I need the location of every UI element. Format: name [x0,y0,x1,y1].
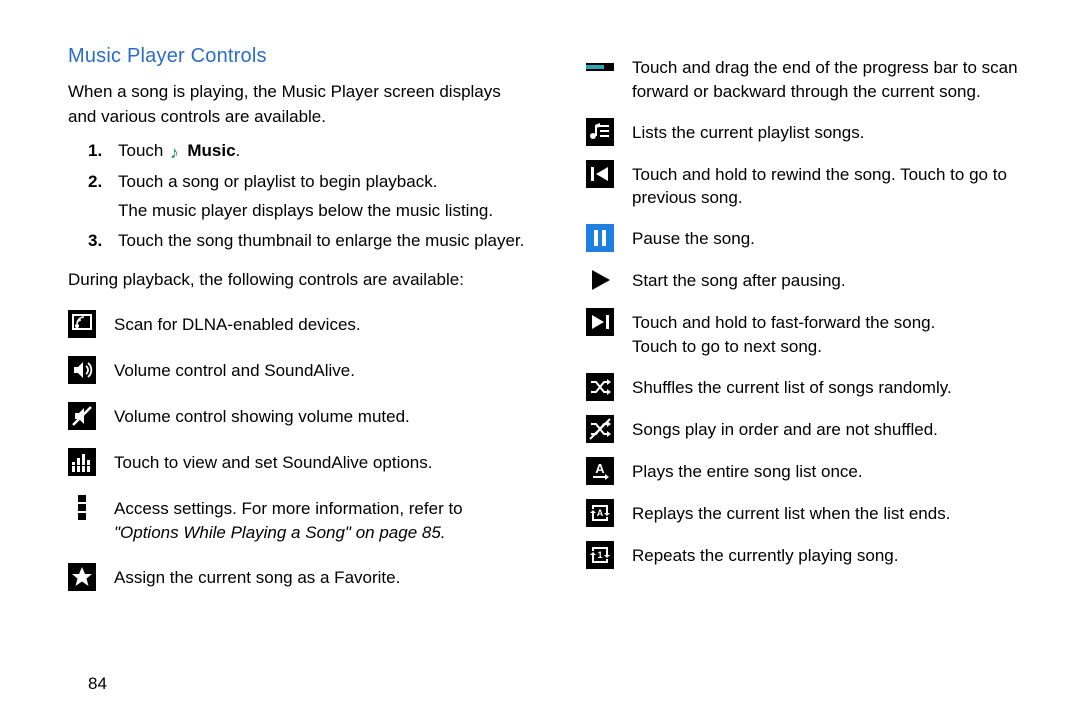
favorite-star-icon [68,563,96,591]
control-row-play: Start the song after pausing. [586,266,1044,294]
previous-track-icon [586,160,614,188]
control-desc: Touch and hold to rewind the song. Touch… [632,160,1044,211]
step-1: 1. Touch ♪ Music. [68,139,526,164]
step-text: Touch [118,141,163,160]
step-text: Touch the song thumbnail to enlarge the … [118,229,526,254]
right-icon-list: Touch and drag the end of the progress b… [586,53,1044,569]
cross-reference: "Options While Playing a Song" on page 8… [114,521,526,545]
control-desc: Start the song after pausing. [632,266,1044,293]
control-desc: Touch and drag the end of the progress b… [632,53,1044,104]
control-row-dlna: Scan for DLNA-enabled devices. [68,310,526,338]
svg-text:A: A [595,461,605,476]
equalizer-icon [68,448,96,476]
page-number: 84 [88,674,107,694]
control-row-play-once: A Plays the entire song list once. [586,457,1044,485]
step-text: Touch a song or playlist to begin playba… [118,172,437,191]
control-desc: Replays the current list when the list e… [632,499,1044,526]
repeat-one-icon: 1 [586,541,614,569]
during-text: During playback, the following controls … [68,268,526,293]
control-desc: Lists the current playlist songs. [632,118,1044,145]
step-number: 1. [68,139,118,164]
step-2: 2. Touch a song or playlist to begin pla… [68,170,526,223]
progress-bar-icon [586,53,614,81]
control-desc: Shuffles the current list of songs rando… [632,373,1044,400]
next-track-icon [586,308,614,336]
intro-text: When a song is playing, the Music Player… [68,80,526,129]
step-3: 3. Touch the song thumbnail to enlarge t… [68,229,526,254]
play-icon [586,266,614,294]
volume-muted-icon [68,402,96,430]
control-desc: Plays the entire song list once. [632,457,1044,484]
control-row-favorite: Assign the current song as a Favorite. [68,563,526,591]
control-desc: Songs play in order and are not shuffled… [632,415,1044,442]
volume-icon [68,356,96,384]
steps-list: 1. Touch ♪ Music. 2. Touch a song or pla… [68,139,526,254]
control-row-eq: Touch to view and set SoundAlive options… [68,448,526,476]
control-desc: Volume control showing volume muted. [114,402,526,429]
svg-text:1: 1 [597,550,602,560]
music-app-label: Music [187,141,235,160]
settings-menu-icon [68,494,96,522]
page-content: Music Player Controls When a song is pla… [0,0,1080,629]
control-row-shuffle-off: Songs play in order and are not shuffled… [586,415,1044,443]
control-desc: Pause the song. [632,224,1044,251]
control-row-shuffle-on: Shuffles the current list of songs rando… [586,373,1044,401]
right-column: Touch and drag the end of the progress b… [586,45,1044,609]
control-row-next: Touch and hold to fast-forward the song.… [586,308,1044,359]
repeat-all-icon: A [586,499,614,527]
pause-icon [586,224,614,252]
control-row-repeat-one: 1 Repeats the currently playing song. [586,541,1044,569]
playlist-icon [586,118,614,146]
step-number: 3. [68,229,118,254]
control-row-previous: Touch and hold to rewind the song. Touch… [586,160,1044,211]
control-row-progress: Touch and drag the end of the progress b… [586,53,1044,104]
step-text: . [236,141,241,160]
control-row-settings: Access settings. For more information, r… [68,494,526,545]
control-desc: Scan for DLNA-enabled devices. [114,310,526,337]
music-note-icon: ♪ [170,141,179,166]
dlna-icon [68,310,96,338]
control-row-repeat-all: A Replays the current list when the list… [586,499,1044,527]
control-row-playlist: Lists the current playlist songs. [586,118,1044,146]
control-row-muted: Volume control showing volume muted. [68,402,526,430]
control-desc: Repeats the currently playing song. [632,541,1044,568]
control-row-volume: Volume control and SoundAlive. [68,356,526,384]
left-icon-list: Scan for DLNA-enabled devices. Volume co… [68,310,526,591]
shuffle-on-icon [586,373,614,401]
control-desc: Touch to view and set SoundAlive options… [114,448,526,475]
step-number: 2. [68,170,118,223]
shuffle-off-icon [586,415,614,443]
control-row-pause: Pause the song. [586,224,1044,252]
step-subtext: The music player displays below the musi… [118,199,526,224]
left-column: Music Player Controls When a song is pla… [68,45,526,609]
play-once-icon: A [586,457,614,485]
section-heading: Music Player Controls [68,45,526,68]
control-desc: Touch and hold to fast-forward the song.… [632,308,1044,359]
control-desc: Assign the current song as a Favorite. [114,563,526,590]
svg-text:A: A [597,508,604,518]
control-desc: Access settings. For more information, r… [114,494,526,545]
control-desc: Volume control and SoundAlive. [114,356,526,383]
